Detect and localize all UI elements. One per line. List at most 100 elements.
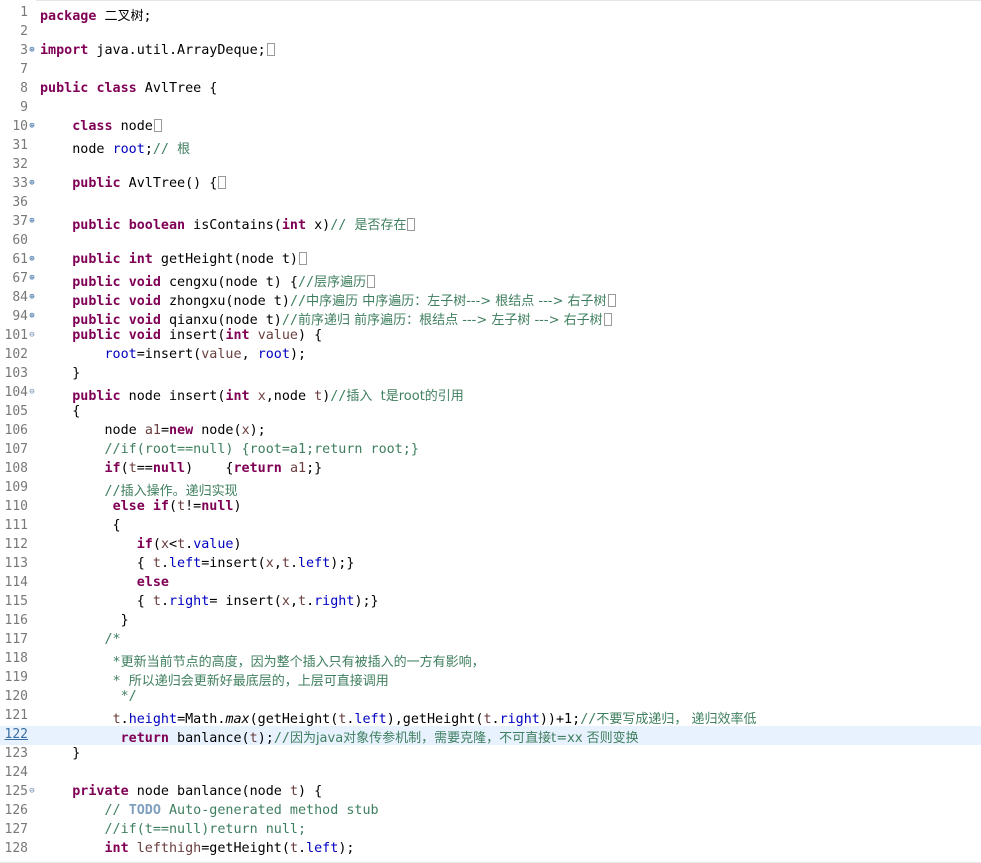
code-line[interactable]: 123 } bbox=[0, 745, 981, 764]
code-line[interactable]: 67 ⊕ public void cengxu(node t) {//层序遍历 bbox=[0, 270, 981, 290]
line-number: 1 bbox=[20, 5, 28, 20]
code-text: */ bbox=[40, 689, 137, 704]
code-line[interactable]: 115 { t.right= insert(x,t.right);} bbox=[0, 593, 981, 612]
fold-expand-icon[interactable]: ⊕ bbox=[28, 46, 36, 55]
code-line[interactable]: 61 ⊕ public int getHeight(node t) bbox=[0, 251, 981, 270]
code-line[interactable]: 36 bbox=[0, 194, 981, 213]
code-line[interactable]: 2 bbox=[0, 23, 981, 42]
code-token: node banlance(node bbox=[128, 784, 290, 799]
comment-token: Auto-generated method stub bbox=[160, 803, 379, 818]
code-line[interactable]: 114 else bbox=[0, 574, 981, 593]
keyword-token: public bbox=[72, 218, 121, 233]
line-number: 107 bbox=[4, 442, 28, 457]
code-line[interactable]: 94 ⊕ public void qianxu(node t)//前序递归 前序遍… bbox=[0, 308, 981, 328]
code-line[interactable]: 9 bbox=[0, 99, 981, 118]
fold-expand-icon[interactable]: ⊕ bbox=[28, 217, 36, 226]
code-line[interactable]: 60 bbox=[0, 232, 981, 251]
code-line[interactable]: 126 // TODO Auto-generated method stub bbox=[0, 802, 981, 821]
fold-expand-icon[interactable]: ⊕ bbox=[28, 312, 36, 321]
code-token: ); bbox=[289, 347, 307, 362]
code-line[interactable]: 33 ⊕ public AvlTree() { bbox=[0, 175, 981, 194]
code-token: == bbox=[136, 461, 153, 476]
code-line[interactable]: 112 if(x<t.value) bbox=[0, 536, 981, 555]
variable-token: t bbox=[177, 499, 186, 514]
code-line[interactable]: 103 } bbox=[0, 365, 981, 384]
code-line[interactable]: 109 //插入操作。递归实现 bbox=[0, 479, 981, 499]
code-line[interactable]: 106 node a1=new node(x); bbox=[0, 422, 981, 441]
code-line[interactable]: 116 } bbox=[0, 612, 981, 631]
fold-collapse-icon[interactable]: ⊖ bbox=[28, 388, 36, 397]
code-line[interactable]: 3 ⊕ import java.util.ArrayDeque; bbox=[0, 42, 981, 61]
line-number: 106 bbox=[4, 423, 28, 438]
code-text: int lefthigh=getHeight(t.left); bbox=[40, 841, 355, 856]
code-line[interactable]: 10 ⊕ class node bbox=[0, 118, 981, 137]
code-line[interactable]: 107 //if(root==null) {root=a1;return roo… bbox=[0, 441, 981, 460]
code-token: ); bbox=[257, 731, 274, 746]
code-line[interactable]: 111 { bbox=[0, 517, 981, 536]
code-line[interactable]: 37 ⊕ public boolean isContains(int x)// 是… bbox=[0, 213, 981, 233]
code-token: isContains( bbox=[185, 218, 282, 233]
code-line[interactable]: 105 { bbox=[0, 403, 981, 422]
code-line[interactable]: 119 * 所以递归会更新好最底层的，上层可直接调用 bbox=[0, 669, 981, 689]
code-line[interactable]: 127 //if(t==null)return null; bbox=[0, 821, 981, 840]
comment-token: //if(root==null) {root=a1;return root;} bbox=[104, 442, 419, 457]
fold-expand-icon[interactable]: ⊕ bbox=[28, 122, 36, 131]
code-line[interactable]: 113 { t.left=insert(x,t.left);} bbox=[0, 555, 981, 574]
code-token: (getHeight( bbox=[249, 712, 339, 727]
line-number: 8 bbox=[20, 81, 28, 96]
comment-token: 中序遍历 中序遍历：左子树---> 根结点 ---> 右子树 bbox=[306, 294, 607, 309]
variable-token: t bbox=[112, 712, 121, 727]
code-line[interactable]: 102 root=insert(value, root); bbox=[0, 346, 981, 365]
code-line[interactable]: 110 else if(t!=null) bbox=[0, 498, 981, 517]
folded-code-marker-icon bbox=[367, 275, 376, 288]
code-line[interactable]: 117 /* bbox=[0, 631, 981, 650]
variable-token: t bbox=[483, 712, 492, 727]
code-line[interactable]: 101 ⊖ public void insert(int value) { bbox=[0, 327, 981, 346]
code-line[interactable]: 120 */ bbox=[0, 688, 981, 707]
current-code-line[interactable]: 122 return banlance(t);//因为java对象传参机制，需要… bbox=[0, 726, 981, 746]
code-line[interactable]: 121 t.height=Math.max(getHeight(t.left),… bbox=[0, 707, 981, 727]
code-token: ) { bbox=[298, 328, 323, 343]
field-token: root bbox=[112, 142, 145, 157]
fold-expand-icon[interactable]: ⊕ bbox=[28, 274, 36, 283]
code-token: node bbox=[40, 142, 113, 157]
code-line[interactable]: 118 *更新当前节点的高度，因为整个插入只有被插入的一方有影响， bbox=[0, 650, 981, 670]
code-line[interactable]: 31 node root;// 根 bbox=[0, 137, 981, 157]
static-method-token: max bbox=[225, 712, 250, 727]
code-line[interactable]: 8 public class AvlTree { bbox=[0, 80, 981, 99]
code-line[interactable]: 128 int lefthigh=getHeight(t.left); bbox=[0, 840, 981, 859]
line-number: 117 bbox=[4, 632, 28, 647]
code-token: node( bbox=[193, 423, 242, 438]
code-text: if(x<t.value) bbox=[40, 537, 242, 552]
code-text: *更新当前节点的高度，因为整个插入只有被插入的一方有影响， bbox=[40, 651, 485, 670]
fold-collapse-icon[interactable]: ⊖ bbox=[28, 787, 36, 796]
code-token: =Math. bbox=[177, 712, 226, 727]
comment-token: // bbox=[104, 484, 121, 499]
code-text: //if(t==null)return null; bbox=[40, 822, 307, 837]
fold-expand-icon[interactable]: ⊕ bbox=[28, 255, 36, 264]
code-token: node bbox=[112, 119, 153, 134]
code-line[interactable]: 124 bbox=[0, 764, 981, 783]
fold-expand-icon[interactable]: ⊕ bbox=[28, 293, 36, 302]
code-line[interactable]: 125 ⊖ private node banlance(node t) { bbox=[0, 783, 981, 802]
code-line[interactable]: 108 if(t==null) {return a1;} bbox=[0, 460, 981, 479]
line-number: 31 bbox=[12, 138, 28, 153]
fold-collapse-icon[interactable]: ⊖ bbox=[28, 331, 36, 340]
code-line[interactable]: 7 bbox=[0, 61, 981, 80]
code-line[interactable]: 104 ⊖ public node insert(int x,node t)//插… bbox=[0, 384, 981, 404]
code-text: { t.left=insert(x,t.left);} bbox=[40, 556, 355, 571]
fold-expand-icon[interactable]: ⊕ bbox=[28, 179, 36, 188]
code-token: ); bbox=[338, 841, 355, 856]
code-line[interactable]: 32 bbox=[0, 156, 981, 175]
comment-token: // bbox=[580, 712, 597, 727]
code-editor[interactable]: 1 package 二叉树; 2 3 ⊕ import java.util.ArrayDe… bbox=[0, 0, 981, 863]
code-line[interactable]: 84 ⊕ public void zhongxu(node t)//中序遍历 中序… bbox=[0, 289, 981, 309]
code-line[interactable]: 1 package 二叉树; bbox=[0, 4, 981, 24]
